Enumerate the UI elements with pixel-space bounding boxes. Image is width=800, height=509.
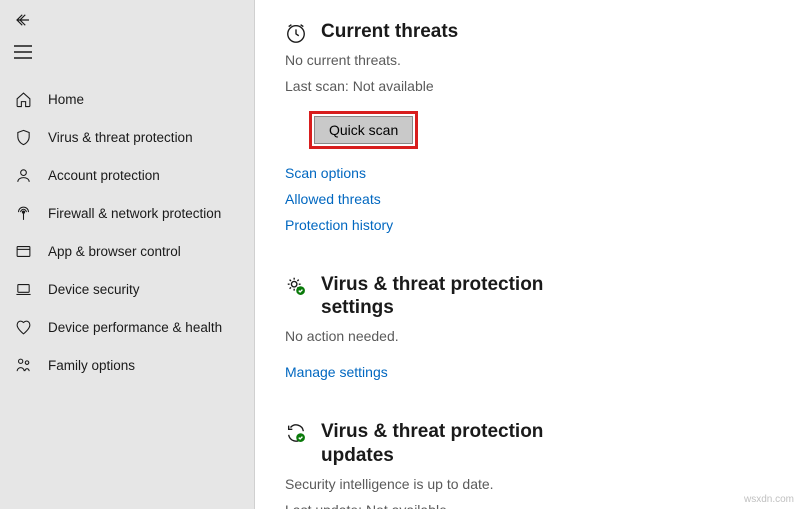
antenna-icon — [14, 204, 32, 222]
shield-icon — [14, 128, 32, 146]
sidebar-item-family-options[interactable]: Family options — [0, 346, 254, 384]
sidebar-item-label: Device security — [48, 282, 140, 297]
sidebar-item-device-performance[interactable]: Device performance & health — [0, 308, 254, 346]
nav-list: Home Virus & threat protection Account p… — [0, 80, 254, 384]
sidebar-item-home[interactable]: Home — [0, 80, 254, 118]
sidebar-item-label: Firewall & network protection — [48, 206, 221, 221]
sidebar-item-app-browser[interactable]: App & browser control — [0, 232, 254, 270]
laptop-icon — [14, 280, 32, 298]
sidebar-item-label: App & browser control — [48, 244, 181, 259]
current-threats-title: Current threats — [321, 20, 458, 44]
no-threats-text: No current threats. — [285, 50, 800, 70]
section-current-threats: Current threats No current threats. Last… — [285, 20, 800, 233]
protection-settings-title: Virus & threat protection settings — [321, 273, 601, 321]
updates-status-text: Security intelligence is up to date. — [285, 474, 800, 494]
last-update-text: Last update: Not available — [285, 500, 800, 509]
home-icon — [14, 90, 32, 108]
allowed-threats-link[interactable]: Allowed threats — [285, 191, 800, 207]
back-button[interactable] — [14, 10, 34, 30]
hamburger-icon — [14, 45, 32, 59]
sidebar-item-device-security[interactable]: Device security — [0, 270, 254, 308]
sidebar-item-label: Device performance & health — [48, 320, 222, 335]
clock-threat-icon — [285, 22, 307, 44]
section-protection-settings: Virus & threat protection settings No ac… — [285, 273, 800, 381]
sidebar-item-account-protection[interactable]: Account protection — [0, 156, 254, 194]
last-scan-text: Last scan: Not available — [285, 76, 800, 96]
heart-icon — [14, 318, 32, 336]
sidebar-item-label: Family options — [48, 358, 135, 373]
menu-button[interactable] — [14, 42, 34, 62]
watermark: wsxdn.com — [744, 494, 794, 505]
gear-shield-icon — [285, 275, 307, 297]
protection-history-link[interactable]: Protection history — [285, 217, 800, 233]
manage-settings-link[interactable]: Manage settings — [285, 364, 800, 380]
sidebar-item-virus-protection[interactable]: Virus & threat protection — [0, 118, 254, 156]
back-arrow-icon — [14, 11, 32, 29]
protection-updates-title: Virus & threat protection updates — [321, 420, 601, 468]
sync-check-icon — [285, 422, 307, 444]
sidebar-item-label: Virus & threat protection — [48, 130, 193, 145]
sidebar-item-label: Home — [48, 92, 84, 107]
section-protection-updates: Virus & threat protection updates Securi… — [285, 420, 800, 509]
sidebar-item-firewall[interactable]: Firewall & network protection — [0, 194, 254, 232]
quick-scan-button[interactable]: Quick scan — [314, 116, 413, 144]
scan-options-link[interactable]: Scan options — [285, 165, 800, 181]
settings-status-text: No action needed. — [285, 326, 800, 346]
person-icon — [14, 166, 32, 184]
family-icon — [14, 356, 32, 374]
main-content: Current threats No current threats. Last… — [255, 0, 800, 509]
sidebar-item-label: Account protection — [48, 168, 160, 183]
sidebar: Home Virus & threat protection Account p… — [0, 0, 255, 509]
quick-scan-highlight: Quick scan — [309, 111, 418, 149]
window-icon — [14, 242, 32, 260]
